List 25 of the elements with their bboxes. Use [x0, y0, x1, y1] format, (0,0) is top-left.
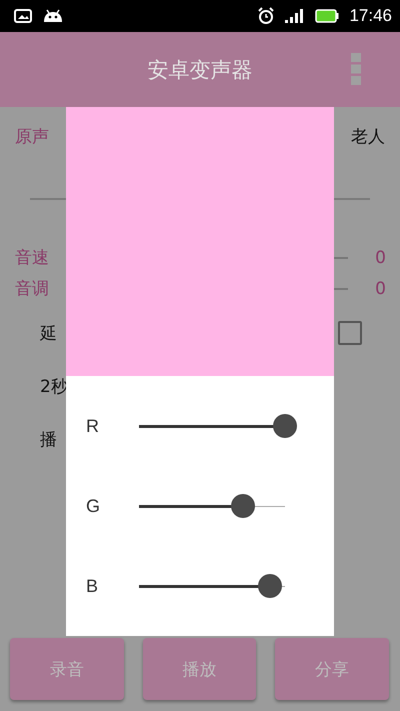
app-title: 安卓变声器 [148, 56, 252, 84]
adjust-label: 音调 [15, 278, 49, 300]
alarm-icon [257, 7, 276, 25]
adjust-value: 0 [375, 278, 386, 298]
picture-icon [14, 9, 32, 23]
checkbox[interactable] [338, 321, 362, 345]
action-button[interactable]: 分享 [275, 638, 390, 700]
option-label: 播 [40, 428, 57, 450]
clock-time: 17:46 [349, 6, 392, 26]
battery-icon [315, 9, 340, 23]
action-button[interactable]: 录音 [10, 638, 124, 700]
signal-icon [285, 9, 306, 23]
slider-thumb[interactable] [258, 574, 282, 598]
action-button[interactable]: 播放 [142, 638, 256, 700]
adjust-label: 音速 [15, 247, 49, 269]
voice-option[interactable]: 原声 [15, 125, 49, 148]
adjust-value: 0 [375, 248, 386, 268]
option-label: 延 [40, 322, 57, 344]
channel-label: B [86, 576, 100, 596]
channel-label: R [86, 416, 100, 436]
slider-thumb[interactable] [273, 414, 297, 438]
voice-option[interactable]: 老人 [351, 125, 385, 148]
android-icon [42, 9, 64, 23]
slider-thumb[interactable] [230, 494, 255, 518]
channel-label: G [86, 496, 102, 516]
